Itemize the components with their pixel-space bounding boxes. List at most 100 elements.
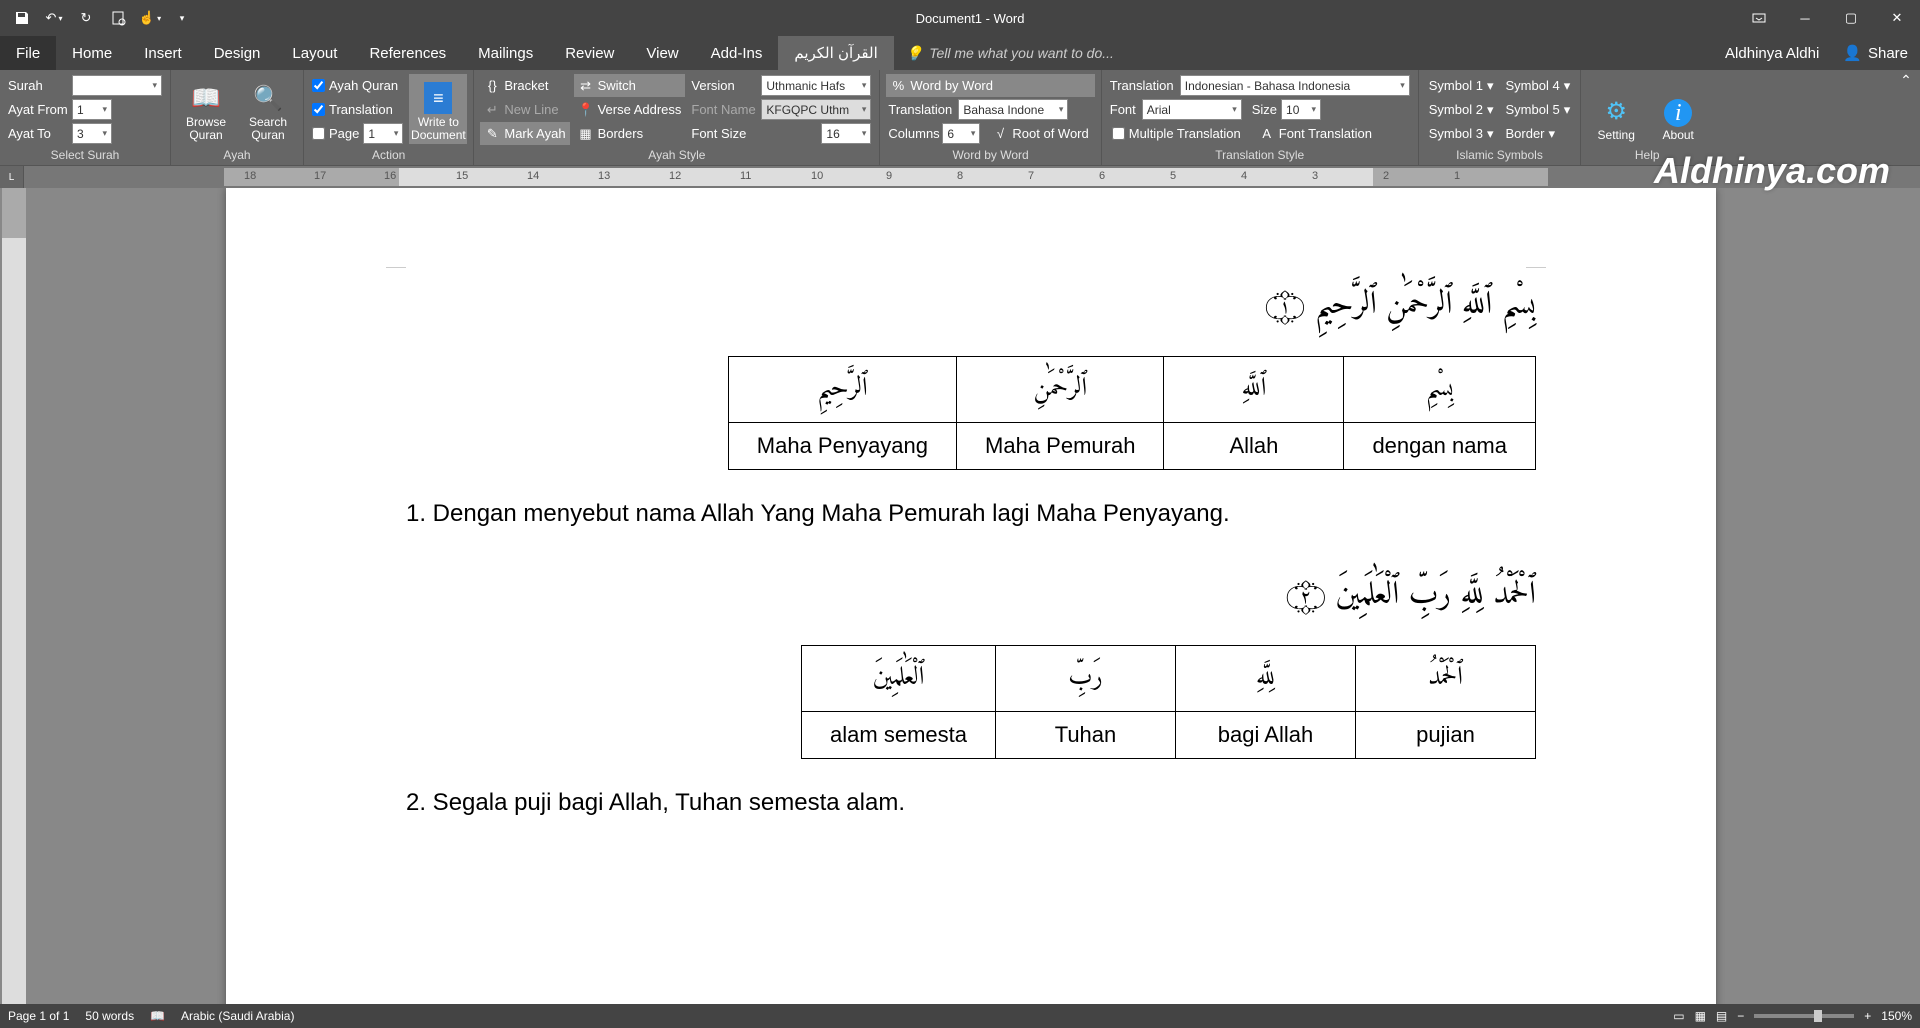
read-mode-button[interactable]: ▭	[1673, 1009, 1684, 1023]
tell-me-search[interactable]: 💡 Tell me what you want to do...	[894, 36, 1713, 70]
zoom-level[interactable]: 150%	[1881, 1009, 1912, 1023]
tab-layout[interactable]: Layout	[276, 36, 353, 70]
tab-mailings[interactable]: Mailings	[462, 36, 549, 70]
collapse-ribbon-button[interactable]: ⌃	[1896, 70, 1916, 90]
trans-cell[interactable]: Maha Pemurah	[957, 422, 1164, 469]
word-cell[interactable]: رَبِّ	[996, 646, 1176, 712]
horizontal-ruler[interactable]: 181716151413121110987654321	[224, 168, 1548, 186]
translation-2[interactable]: 2. Segala puji bagi Allah, Tuhan semesta…	[406, 789, 1536, 817]
vertical-ruler[interactable]	[2, 188, 26, 1004]
word-table-2[interactable]: ٱلْعَٰلَمِينَرَبِّلِلَّهِٱلْحَمْدُ alam …	[801, 645, 1536, 759]
word-cell[interactable]: لِلَّهِ	[1176, 646, 1356, 712]
word-cell[interactable]: ٱلرَّحِيمِ	[728, 356, 956, 422]
trans-cell[interactable]: Maha Penyayang	[728, 422, 956, 469]
word-cell[interactable]: ٱللَّهِ	[1164, 356, 1344, 422]
word-by-word-button[interactable]: %Word by Word	[886, 74, 1094, 97]
multiple-translation-check[interactable]: Multiple Translation	[1110, 122, 1243, 145]
wbw-translation-combo[interactable]: Bahasa Indone▾	[958, 99, 1068, 120]
user-account[interactable]: Aldhinya Aldhi	[1713, 36, 1831, 70]
border-button[interactable]: Border ▾	[1501, 122, 1574, 145]
trans-cell[interactable]: pujian	[1356, 712, 1536, 759]
trans-cell[interactable]: Allah	[1164, 422, 1344, 469]
undo-button[interactable]: ↶▾	[40, 4, 68, 32]
symbol4-button[interactable]: Symbol 4 ▾	[1501, 74, 1574, 97]
bracket-button[interactable]: {}Bracket	[480, 74, 569, 97]
page-status[interactable]: Page 1 of 1	[8, 1009, 69, 1023]
ribbon-display-button[interactable]	[1736, 0, 1782, 36]
print-layout-button[interactable]: ▦	[1695, 1009, 1706, 1023]
browse-quran-button[interactable]: 📖Browse Quran	[177, 74, 235, 144]
trans-cell[interactable]: alam semesta	[802, 712, 996, 759]
word-cell[interactable]: ٱلْحَمْدُ	[1356, 646, 1536, 712]
spell-check-icon[interactable]: 📖	[150, 1009, 165, 1023]
symbol5-button[interactable]: Symbol 5 ▾	[1501, 98, 1574, 121]
word-cell[interactable]: بِسْمِ	[1344, 356, 1536, 422]
save-button[interactable]	[8, 4, 36, 32]
setting-button[interactable]: ⚙Setting	[1587, 74, 1645, 144]
word-table-1[interactable]: ٱلرَّحِيمِٱلرَّحْمَٰنِٱللَّهِبِسْمِ Maha…	[728, 356, 1536, 470]
minimize-button[interactable]: ─	[1782, 0, 1828, 36]
mark-ayah-button[interactable]: ✎Mark Ayah	[480, 122, 569, 145]
search-quran-button[interactable]: 🔍Search Quran	[239, 74, 297, 144]
translation-1[interactable]: 1. Dengan menyebut nama Allah Yang Maha …	[406, 500, 1536, 528]
zoom-slider[interactable]	[1754, 1014, 1854, 1018]
switch-button[interactable]: ⇄Switch	[574, 74, 686, 97]
touch-mode-button[interactable]: ☝▾	[136, 4, 164, 32]
font-name-combo[interactable]: KFGQPC Uthm▾	[761, 99, 871, 120]
ayat-to-spin[interactable]: 3▾	[72, 123, 112, 144]
maximize-button[interactable]: ▢	[1828, 0, 1874, 36]
font-size-combo[interactable]: 16▾	[821, 123, 871, 144]
zoom-out-button[interactable]: −	[1737, 1009, 1744, 1023]
verse-1-arabic[interactable]: بِسْمِ ٱللَّهِ ٱلرَّحْمَٰنِ ٱلرَّحِيمِ ۝…	[406, 278, 1536, 336]
about-button[interactable]: iAbout	[1649, 74, 1707, 144]
document-area[interactable]: بِسْمِ ٱللَّهِ ٱلرَّحْمَٰنِ ٱلرَّحِيمِ ۝…	[26, 188, 1920, 1004]
version-combo[interactable]: Uthmanic Hafs▾	[761, 75, 871, 96]
tab-home[interactable]: Home	[56, 36, 128, 70]
translation-check[interactable]: Translation	[310, 98, 405, 121]
borders-button[interactable]: ▦Borders	[574, 122, 686, 145]
word-count[interactable]: 50 words	[85, 1009, 134, 1023]
redo-button[interactable]: ↻	[72, 4, 100, 32]
word-cell[interactable]: ٱلْعَٰلَمِينَ	[802, 646, 996, 712]
write-to-document-button[interactable]: ≡Write to Document	[409, 74, 467, 144]
qat-customize-button[interactable]: ▾	[168, 4, 196, 32]
print-preview-button[interactable]	[104, 4, 132, 32]
symbol3-button[interactable]: Symbol 3 ▾	[1425, 122, 1498, 145]
tab-insert[interactable]: Insert	[128, 36, 198, 70]
size-combo[interactable]: 10▾	[1281, 99, 1321, 120]
tab-review[interactable]: Review	[549, 36, 630, 70]
zoom-in-button[interactable]: +	[1864, 1009, 1871, 1023]
verse-2-arabic[interactable]: ٱلْحَمْدُ لِلَّهِ رَبِّ ٱلْعَٰلَمِينَ ۝٢	[406, 568, 1536, 626]
font-translation-button[interactable]: AFont Translation	[1255, 122, 1376, 145]
tab-quran[interactable]: القرآن الكريم	[778, 36, 893, 70]
page-spin[interactable]: 1▾	[363, 123, 403, 144]
translation-combo[interactable]: Indonesian - Bahasa Indonesia▾	[1180, 75, 1410, 96]
trans-cell[interactable]: dengan nama	[1344, 422, 1536, 469]
trans-cell[interactable]: bagi Allah	[1176, 712, 1356, 759]
surah-combo[interactable]: ▾	[72, 75, 162, 96]
tab-view[interactable]: View	[630, 36, 694, 70]
share-icon: 👤	[1843, 44, 1862, 62]
ayat-from-spin[interactable]: 1▾	[72, 99, 112, 120]
close-button[interactable]: ✕	[1874, 0, 1920, 36]
language-status[interactable]: Arabic (Saudi Arabia)	[181, 1009, 294, 1023]
verse-address-button[interactable]: 📍Verse Address	[574, 98, 686, 121]
symbol1-button[interactable]: Symbol 1 ▾	[1425, 74, 1498, 97]
root-of-word-button[interactable]: √Root of Word	[988, 122, 1092, 145]
share-button[interactable]: 👤Share	[1831, 36, 1920, 70]
tab-file[interactable]: File	[0, 36, 56, 70]
page-check[interactable]: Page1▾	[310, 122, 405, 145]
ruler-corner[interactable]: L	[0, 166, 24, 188]
symbol2-button[interactable]: Symbol 2 ▾	[1425, 98, 1498, 121]
new-line-button[interactable]: ↵New Line	[480, 98, 569, 121]
font-combo[interactable]: Arial▾	[1142, 99, 1242, 120]
tab-addins[interactable]: Add-Ins	[695, 36, 779, 70]
columns-spin[interactable]: 6▾	[942, 123, 980, 144]
ayah-quran-check[interactable]: Ayah Quran	[310, 74, 405, 97]
tab-design[interactable]: Design	[198, 36, 277, 70]
tab-references[interactable]: References	[353, 36, 462, 70]
word-cell[interactable]: ٱلرَّحْمَٰنِ	[957, 356, 1164, 422]
web-layout-button[interactable]: ▤	[1716, 1009, 1727, 1023]
trans-cell[interactable]: Tuhan	[996, 712, 1176, 759]
page[interactable]: بِسْمِ ٱللَّهِ ٱلرَّحْمَٰنِ ٱلرَّحِيمِ ۝…	[226, 188, 1716, 1004]
